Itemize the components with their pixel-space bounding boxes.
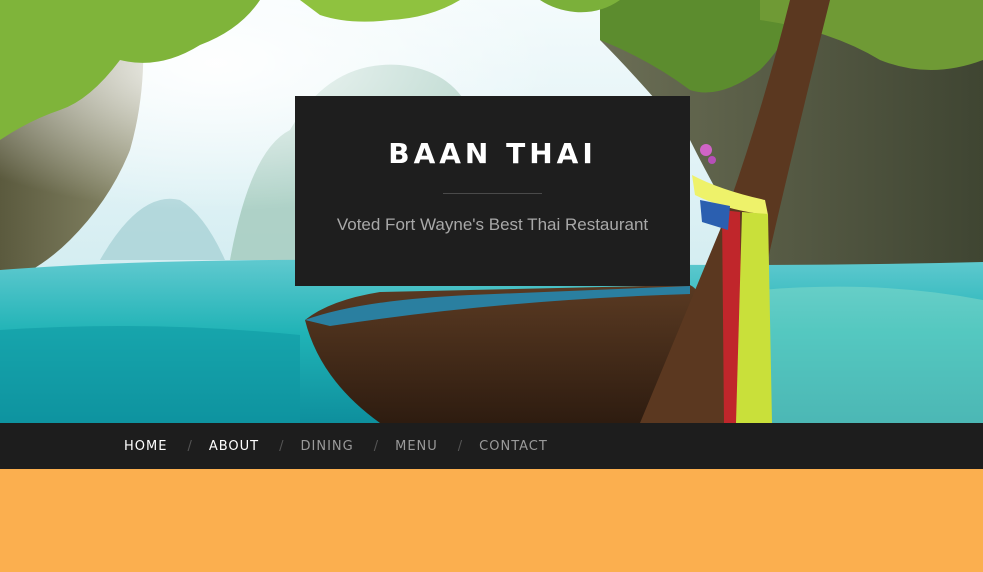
nav-item-home[interactable]: HOME xyxy=(124,439,167,454)
nav-separator: / xyxy=(373,438,379,454)
nav-item-dining[interactable]: DINING xyxy=(301,439,354,454)
nav-separator: / xyxy=(187,438,192,454)
site-branding: BAAN THAI Voted Fort Wayne's Best Thai R… xyxy=(295,96,690,286)
site-tagline: Voted Fort Wayne's Best Thai Restaurant xyxy=(336,215,649,234)
nav-separator: / xyxy=(457,438,463,454)
main-navigation: HOME / ABOUT / DINING / MENU / CONTACT xyxy=(0,423,983,469)
nav-menu: HOME / ABOUT / DINING / MENU / CONTACT xyxy=(124,423,548,469)
nav-item-about[interactable]: ABOUT xyxy=(209,439,259,454)
site-title[interactable]: BAAN THAI xyxy=(295,134,690,174)
main-content-area xyxy=(0,469,983,572)
hero-banner: BAAN THAI Voted Fort Wayne's Best Thai R… xyxy=(0,0,983,423)
nav-separator: / xyxy=(279,438,284,454)
nav-item-menu[interactable]: MENU xyxy=(395,439,438,454)
nav-item-contact[interactable]: CONTACT xyxy=(479,439,548,454)
title-divider xyxy=(443,193,542,194)
